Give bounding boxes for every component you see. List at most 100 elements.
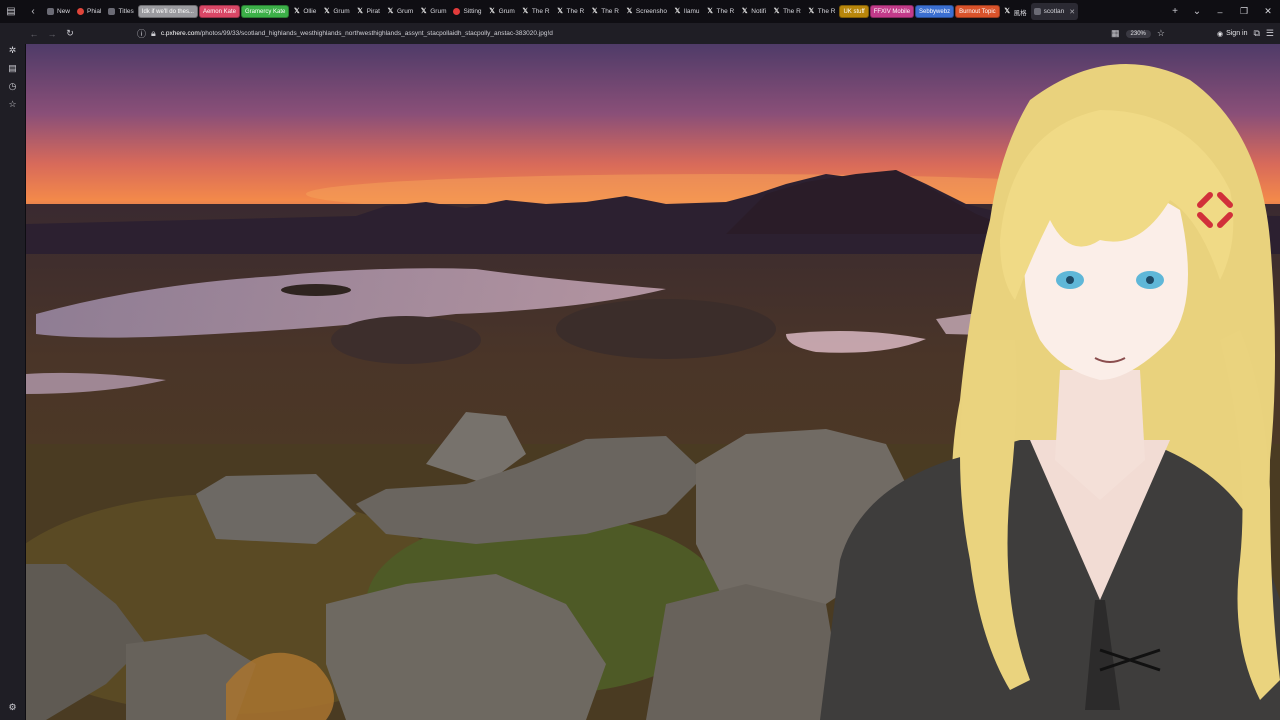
- close-window-icon[interactable]: ✕: [1256, 6, 1280, 17]
- tab-label: The R: [817, 8, 836, 15]
- tab-group-label[interactable]: FFXIV Mobile: [869, 5, 915, 18]
- browser-tab[interactable]: 𝕏 The R: [554, 3, 588, 20]
- browser-tab[interactable]: 𝕏 Grum: [417, 3, 449, 20]
- window-controls: – ❐ ✕: [1208, 6, 1280, 17]
- tab-group-label[interactable]: Idk if we'll do thes...: [137, 5, 198, 18]
- tab-label: UK stuff: [843, 8, 865, 15]
- close-tab-icon[interactable]: ✕: [1069, 8, 1075, 16]
- browser-tab[interactable]: 𝕏 Pirat: [354, 3, 383, 20]
- tab-group-label[interactable]: Burnout Topic: [955, 5, 1000, 18]
- account-icon: ◉: [1216, 30, 1224, 38]
- tab-label: Aemon Kate: [202, 8, 236, 15]
- sidebar-reader-icon[interactable]: ▤: [0, 59, 25, 77]
- tab-label: The R: [601, 8, 619, 15]
- browser-tab[interactable]: 𝕏 The R: [588, 3, 622, 20]
- tab-label: Sitting: [463, 8, 482, 15]
- tab-label: Gramercy Kate: [244, 8, 286, 15]
- tab-overflow-chevron-icon[interactable]: ⌄: [1186, 0, 1208, 23]
- x-icon: 𝕏: [674, 8, 681, 15]
- back-button[interactable]: ←: [25, 24, 43, 43]
- sidebar: ▢ ✲ ▤ ◷ ☆ ⚙: [0, 23, 26, 720]
- maximize-icon[interactable]: ❐: [1232, 6, 1256, 17]
- browser-tab[interactable]: 𝕏 Grum: [384, 3, 416, 20]
- browser-tab[interactable]: 𝕏 Notifi: [738, 3, 769, 20]
- tab-label: The R: [716, 8, 735, 15]
- reader-view-icon[interactable]: ▦: [1111, 28, 1120, 39]
- tab-group-label[interactable]: Aemon Kate: [198, 5, 240, 18]
- forward-button[interactable]: →: [43, 24, 61, 43]
- browser-tab[interactable]: New: [44, 3, 73, 20]
- url-host: c.pxhere.com: [160, 30, 200, 37]
- vtuber-avatar-overlay: [820, 64, 1280, 720]
- new-tab-icon: [47, 8, 54, 15]
- tab-label: New: [57, 8, 71, 15]
- tab-group-label[interactable]: Gramercy Kate: [240, 5, 290, 18]
- x-icon: 𝕏: [707, 8, 713, 15]
- x-icon: 𝕏: [591, 8, 598, 15]
- tab-label: FFXIV Mobile: [873, 8, 911, 15]
- browser-tab[interactable]: Sitting: [450, 3, 484, 20]
- tab-list-back-icon[interactable]: ‹: [22, 0, 44, 23]
- tab-label: Idk if we'll do thes...: [141, 8, 194, 15]
- sidebar-settings-icon[interactable]: ⚙: [0, 698, 25, 716]
- browser-tab[interactable]: 𝕏llamu: [671, 3, 703, 20]
- minimize-icon[interactable]: –: [1208, 7, 1232, 17]
- browser-tab[interactable]: 𝕏 The R: [805, 3, 839, 20]
- tab-label: The R: [531, 8, 550, 15]
- x-icon: 𝕏: [522, 8, 529, 15]
- browser-tab[interactable]: 𝕏 Screensho: [623, 3, 670, 20]
- sidebar-toggle-icon[interactable]: ▤: [0, 0, 22, 23]
- youtube-icon: [453, 8, 461, 15]
- tab-label: Grum: [430, 8, 447, 15]
- sign-in-label: Sign in: [1226, 30, 1248, 37]
- menu-icon[interactable]: ☰: [1266, 28, 1274, 39]
- lock-icon[interactable]: 🔒︎: [151, 28, 156, 39]
- x-icon: 𝕏: [557, 8, 563, 15]
- url-path: /photos/99/33/scotland_highlands_westhig…: [199, 30, 553, 37]
- browser-tab[interactable]: 𝕏 The R: [519, 3, 553, 20]
- tab-label: Ollie: [303, 8, 317, 15]
- browser-tab[interactable]: 𝕏 Grum: [486, 3, 518, 20]
- browser-tab[interactable]: Phial: [74, 3, 104, 20]
- tab-label: The R: [783, 8, 801, 15]
- browser-tab[interactable]: scotlan ✕: [1030, 3, 1079, 20]
- browser-tab[interactable]: 𝕏 The R: [770, 3, 804, 20]
- browser-tab[interactable]: Titles: [105, 3, 136, 20]
- site-info-icon[interactable]: ⓘ: [137, 27, 146, 40]
- x-icon: 𝕏: [808, 8, 815, 15]
- tab-label: 風格: [1013, 9, 1027, 17]
- browser-tab[interactable]: 𝕏 Ollie: [290, 3, 319, 20]
- browser-tab[interactable]: 𝕏 風格: [1001, 3, 1030, 20]
- browser-tab[interactable]: 𝕏 The R: [704, 3, 738, 20]
- tab-label: Burnout Topic: [959, 8, 996, 15]
- x-icon: 𝕏: [626, 8, 633, 15]
- tab-label: Sebbywebz: [919, 8, 951, 15]
- tab-label: Grum: [498, 8, 515, 15]
- new-tab-icon[interactable]: +: [1164, 0, 1186, 23]
- navigation-toolbar: ← → ↻ ⓘ 🔒︎ c.pxhere.com/photos/99/33/sco…: [0, 23, 1280, 44]
- bookmark-star-icon[interactable]: ☆: [1157, 28, 1165, 39]
- x-icon: 𝕏: [420, 8, 427, 15]
- sidebar-history-icon[interactable]: ◷: [0, 77, 25, 95]
- tab-label: Phial: [87, 8, 102, 15]
- tab-group-label[interactable]: Sebbywebz: [915, 5, 955, 18]
- x-icon: 𝕏: [357, 8, 363, 15]
- tab-label: Grum: [333, 8, 350, 15]
- extensions-icon[interactable]: ⧉: [1253, 28, 1259, 39]
- reload-button[interactable]: ↻: [61, 24, 79, 43]
- x-icon: 𝕏: [489, 8, 495, 15]
- x-icon: 𝕏: [1004, 8, 1010, 15]
- sign-in-button[interactable]: ◉ Sign in: [1217, 30, 1248, 38]
- sidebar-bookmarks-icon[interactable]: ☆: [0, 95, 25, 113]
- x-icon: 𝕏: [773, 8, 780, 15]
- url-bar[interactable]: ⓘ 🔒︎ c.pxhere.com/photos/99/33/scotland_…: [137, 25, 1111, 42]
- tab-label: Grum: [396, 8, 414, 15]
- url-text[interactable]: c.pxhere.com/photos/99/33/scotland_highl…: [161, 30, 553, 37]
- browser-tab[interactable]: 𝕏 Grum: [320, 3, 352, 20]
- zoom-level-badge[interactable]: 230%: [1125, 29, 1151, 38]
- x-icon: 𝕏: [294, 8, 300, 15]
- tab-label: Screensho: [635, 8, 667, 15]
- tab-label: The R: [566, 8, 585, 15]
- tab-label: Pirat: [366, 8, 380, 15]
- tab-group-label[interactable]: UK stuff: [839, 5, 869, 18]
